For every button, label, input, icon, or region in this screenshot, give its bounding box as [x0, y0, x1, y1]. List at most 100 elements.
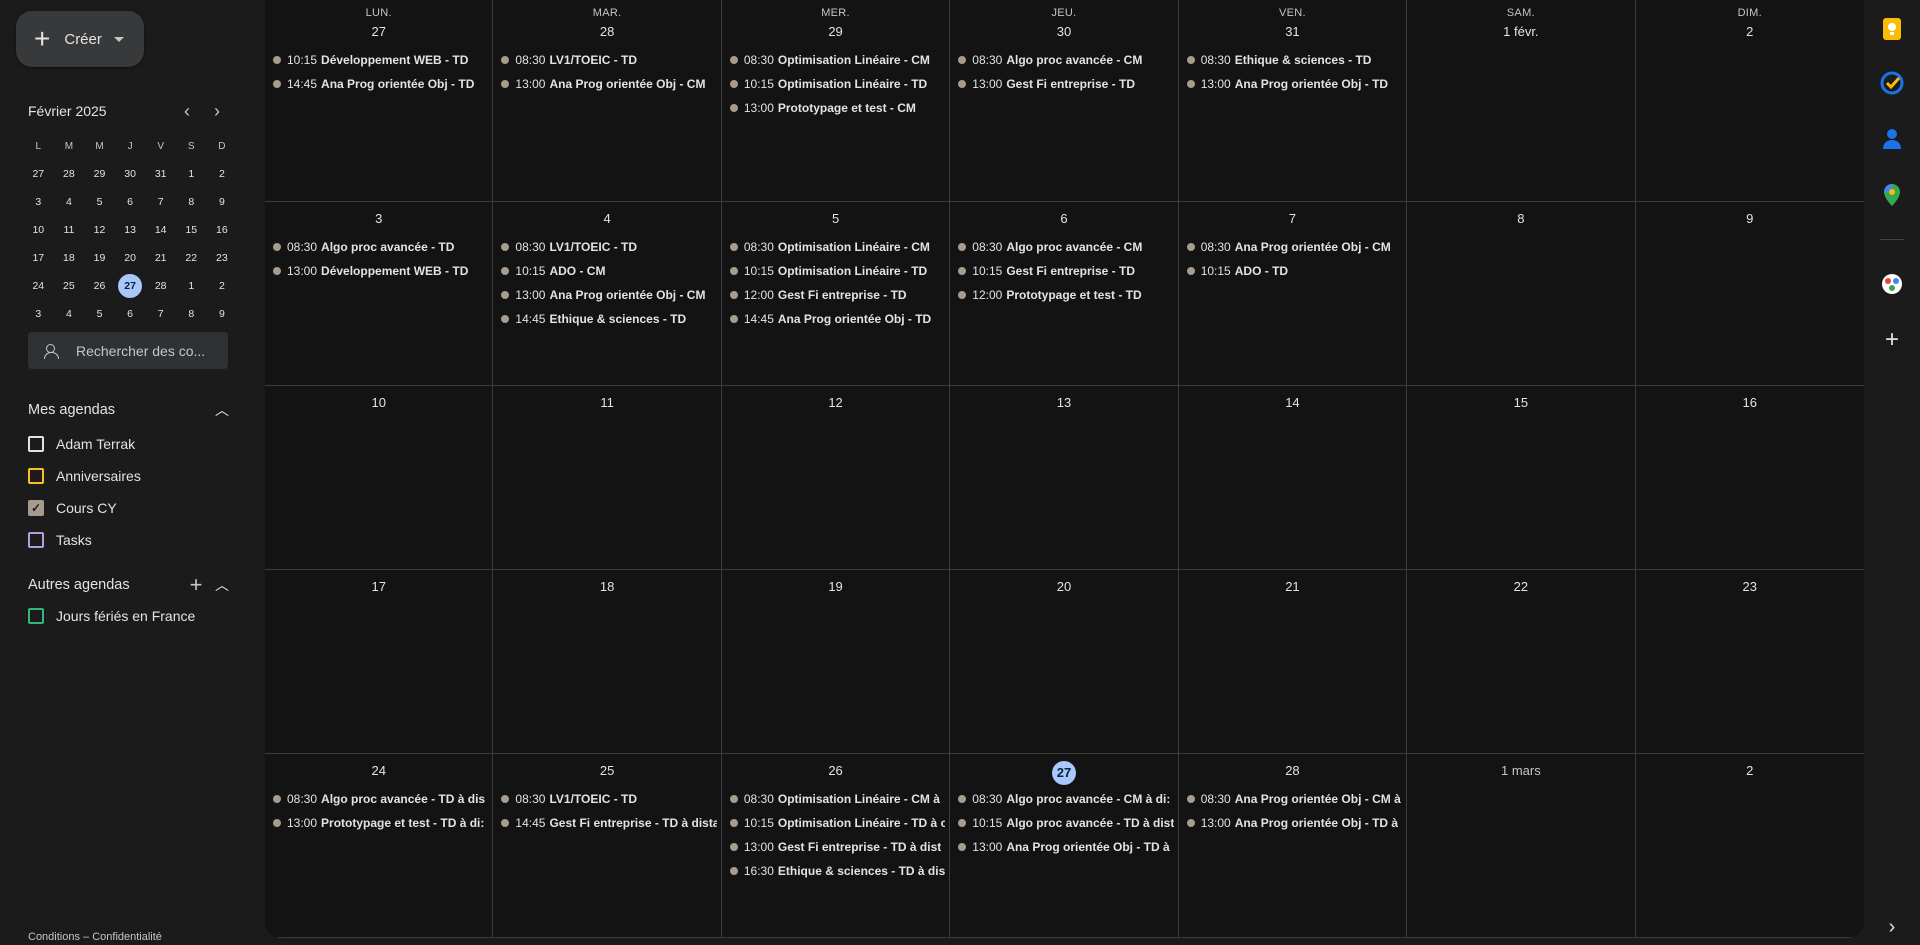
day-number[interactable]: 24	[265, 761, 492, 783]
calendar-list-item[interactable]: Adam Terrak	[28, 436, 135, 452]
mini-calendar-day[interactable]: 27	[23, 160, 54, 188]
day-cell[interactable]: 11	[493, 386, 722, 570]
day-number[interactable]: 18	[493, 577, 720, 599]
mini-calendar-day[interactable]: 31	[145, 160, 176, 188]
tasks-icon[interactable]	[1879, 70, 1905, 96]
day-number[interactable]: 17	[265, 577, 492, 599]
calendar-event[interactable]: 13:00 Gest Fi entreprise - TD	[950, 72, 1177, 96]
calendar-event[interactable]: 13:00 Prototypage et test - TD à di:	[265, 811, 492, 835]
day-cell[interactable]: 17	[265, 570, 494, 754]
mini-calendar-day[interactable]: 4	[54, 300, 85, 328]
mini-calendar-day[interactable]: 15	[176, 216, 207, 244]
calendar-event[interactable]: 13:00 Ana Prog orientée Obj - TD à	[950, 835, 1177, 859]
day-cell[interactable]: 14	[1178, 386, 1408, 570]
mini-calendar-day[interactable]: 13	[115, 216, 146, 244]
day-number[interactable]: 1 févr.	[1407, 22, 1634, 44]
mini-calendar-day[interactable]: 28	[145, 272, 176, 300]
calendar-event[interactable]: 16:30 Ethique & sciences - TD à dis	[722, 859, 949, 883]
day-cell[interactable]: 5 08:30 Optimisation Linéaire - CM 10:15 Opt…	[721, 202, 951, 386]
checkbox[interactable]	[28, 532, 44, 548]
calendar-event[interactable]: 08:30 Ethique & sciences - TD	[1179, 48, 1406, 72]
day-number[interactable]: 28	[493, 22, 720, 44]
day-cell[interactable]: 24 08:30 Algo proc avancée - TD à dis 13:00…	[265, 754, 494, 938]
day-number[interactable]: 12	[722, 393, 949, 415]
day-cell[interactable]: JEU. 30 08:30 Algo proc avancée - CM 13:00 Ge…	[950, 0, 1179, 202]
day-cell[interactable]: 1 mars	[1407, 754, 1636, 938]
checkbox[interactable]	[28, 608, 44, 624]
contacts-icon[interactable]	[1879, 126, 1905, 152]
calendar-event[interactable]: 10:15 Optimisation Linéaire - TD	[722, 72, 949, 96]
day-number[interactable]: 15	[1407, 393, 1634, 415]
expand-panel-icon[interactable]: ›	[1879, 914, 1905, 940]
day-cell[interactable]: 9	[1635, 202, 1864, 386]
calendar-event[interactable]: 14:45 Ethique & sciences - TD	[493, 307, 720, 331]
footer-links[interactable]: Conditions – Confidentialité	[28, 931, 162, 943]
mini-calendar-day[interactable]: 21	[145, 244, 176, 272]
day-cell[interactable]: DIM. 2	[1635, 0, 1864, 202]
calendar-event[interactable]: 12:00 Gest Fi entreprise - TD	[722, 283, 949, 307]
today-marker[interactable]: 27	[1051, 761, 1076, 785]
mini-calendar-day[interactable]: 7	[145, 300, 176, 328]
mini-calendar-day[interactable]: 17	[23, 244, 54, 272]
add-icon[interactable]: +	[182, 572, 210, 598]
day-number[interactable]: 5	[722, 209, 949, 231]
day-cell[interactable]: MAR. 28 08:30 LV1/TOEIC - TD 13:00 Ana Prog o…	[493, 0, 722, 202]
day-cell[interactable]: 16	[1635, 386, 1864, 570]
day-number[interactable]: 30	[950, 22, 1177, 44]
day-number[interactable]: 27	[950, 761, 1177, 785]
day-number[interactable]: 4	[493, 209, 720, 231]
mini-calendar-day[interactable]: 8	[176, 300, 207, 328]
chevron-up-icon[interactable]: ︿	[210, 400, 234, 420]
day-number[interactable]: 22	[1407, 577, 1634, 599]
day-number[interactable]: 8	[1407, 209, 1634, 231]
day-number[interactable]: 27	[265, 22, 492, 44]
calendar-event[interactable]: 13:00 Prototypage et test - CM	[722, 96, 949, 120]
day-number[interactable]: 23	[1636, 577, 1864, 599]
mini-calendar-day[interactable]: 12	[84, 216, 115, 244]
day-number[interactable]: 26	[722, 761, 949, 783]
calendar-event[interactable]: 10:15 ADO - CM	[493, 259, 720, 283]
mini-calendar-day[interactable]: 19	[84, 244, 115, 272]
day-cell[interactable]: MER. 29 08:30 Optimisation Linéaire - CM 10:…	[721, 0, 951, 202]
calendar-event[interactable]: 10:15 Optimisation Linéaire - TD	[722, 259, 949, 283]
mini-calendar-day[interactable]: 25	[54, 272, 85, 300]
day-cell[interactable]: 25 08:30 LV1/TOEIC - TD 14:45 Gest Fi entrep…	[493, 754, 722, 938]
day-number[interactable]: 10	[265, 393, 492, 415]
add-on-icon[interactable]	[1879, 271, 1905, 297]
mini-calendar-day[interactable]: 26	[84, 272, 115, 300]
checkbox-checked[interactable]: ✓	[28, 500, 44, 516]
day-cell[interactable]: 4 08:30 LV1/TOEIC - TD 10:15 ADO - CM 13:00 An…	[493, 202, 722, 386]
mini-calendar-day[interactable]: 18	[54, 244, 85, 272]
day-number[interactable]: 9	[1636, 209, 1864, 231]
mini-calendar-day[interactable]: 16	[207, 216, 238, 244]
day-cell[interactable]: VEN. 31 08:30 Ethique & sciences - TD 13:00 A…	[1178, 0, 1408, 202]
mini-calendar-day[interactable]: 29	[84, 160, 115, 188]
day-cell[interactable]: 15	[1407, 386, 1636, 570]
calendar-event[interactable]: 08:30 Algo proc avancée - CM	[950, 235, 1177, 259]
chevron-up-icon[interactable]: ︿	[210, 575, 234, 595]
calendar-event[interactable]: 10:15 Optimisation Linéaire - TD à c	[722, 811, 949, 835]
mini-calendar-day[interactable]: 5	[84, 300, 115, 328]
search-people-input[interactable]: Rechercher des co...	[28, 332, 228, 369]
day-number[interactable]: 11	[493, 393, 720, 415]
maps-icon[interactable]	[1879, 182, 1905, 208]
mini-calendar-day[interactable]: 6	[115, 188, 146, 216]
mini-calendar-day[interactable]: 22	[176, 244, 207, 272]
day-number[interactable]: 19	[722, 577, 949, 599]
calendar-list-item[interactable]: ✓ Cours CY	[28, 500, 117, 516]
calendar-event[interactable]: 12:00 Prototypage et test - TD	[950, 283, 1177, 307]
calendar-event[interactable]: 08:30 Optimisation Linéaire - CM	[722, 235, 949, 259]
checkbox[interactable]	[28, 468, 44, 484]
mini-calendar-day[interactable]: 9	[207, 188, 238, 216]
day-number[interactable]: 14	[1179, 393, 1406, 415]
calendar-event[interactable]: 10:15 Gest Fi entreprise - TD	[950, 259, 1177, 283]
add-icon[interactable]: +	[1879, 327, 1905, 353]
mini-calendar-day[interactable]: 7	[145, 188, 176, 216]
chevron-left-icon[interactable]: ‹	[172, 101, 202, 122]
day-cell[interactable]: 27 08:30 Algo proc avancée - CM à di: 10:15…	[950, 754, 1179, 938]
day-number[interactable]: 28	[1179, 761, 1406, 783]
mini-calendar-day[interactable]: 2	[207, 160, 238, 188]
day-number[interactable]: 31	[1179, 22, 1406, 44]
calendar-event[interactable]: 08:30 LV1/TOEIC - TD	[493, 48, 720, 72]
mini-calendar-day[interactable]: 3	[23, 300, 54, 328]
